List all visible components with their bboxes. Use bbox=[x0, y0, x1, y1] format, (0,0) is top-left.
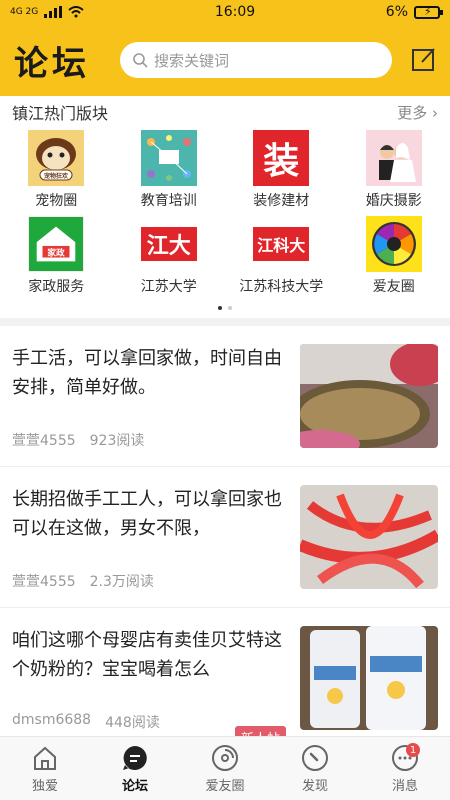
forum-icon bbox=[123, 745, 147, 770]
home-icon bbox=[34, 746, 56, 770]
board-decoration[interactable]: 装 装修建材 bbox=[225, 130, 338, 210]
post-item[interactable]: 长期招做手工工人，可以拿回家也可以在这做，男女不限， 萱萱4555 2.3万阅读 bbox=[0, 467, 450, 608]
housekeeping-tile-text: 家政 bbox=[48, 247, 66, 259]
board-pet[interactable]: 宠物狂欢 宠物圈 bbox=[0, 130, 113, 210]
signal-icon bbox=[44, 6, 63, 18]
page-dot-active bbox=[218, 306, 222, 310]
unread-badge: 1 bbox=[406, 743, 420, 757]
search-placeholder: 搜索关键词 bbox=[154, 51, 230, 70]
board-aiyou[interactable]: 爱友圈 bbox=[338, 216, 450, 296]
board-wedding[interactable]: 婚庆摄影 bbox=[338, 130, 450, 210]
post-thumbnail bbox=[300, 626, 438, 730]
housekeeping-icon: 家政 bbox=[28, 216, 85, 272]
compose-icon[interactable] bbox=[410, 46, 438, 74]
tab-forum[interactable]: 论坛 bbox=[90, 737, 180, 800]
post-author: 萱萱4555 bbox=[12, 433, 76, 449]
section-divider bbox=[0, 318, 450, 326]
app-header: 论坛 搜索关键词 bbox=[0, 24, 450, 96]
clock: 16:09 bbox=[214, 4, 256, 20]
post-list: 手工活，可以拿回家做，时间自由安排，简单好做。 萱萱4555 923阅读 长期招… bbox=[0, 326, 450, 749]
hot-boards-header: 镇江热门版块 更多 › bbox=[0, 98, 450, 126]
board-just[interactable]: 江科大 江苏科技大学 bbox=[225, 216, 338, 296]
tab-label: 发现 bbox=[301, 778, 328, 794]
just-tile-text: 江科大 bbox=[253, 227, 310, 261]
more-label: 更多 bbox=[397, 103, 428, 122]
board-label: 家政服务 bbox=[28, 279, 85, 295]
board-label: 江苏大学 bbox=[140, 279, 197, 295]
tab-messages[interactable]: 消息 1 bbox=[360, 737, 450, 800]
post-title: 咱们这哪个母婴店有卖佳贝艾特这个奶粉的？宝宝喝着怎么 bbox=[12, 630, 282, 680]
post-reads: 448阅读 bbox=[105, 715, 160, 731]
wedding-icon bbox=[365, 130, 422, 186]
battery-status: 6% ⚡ bbox=[385, 4, 443, 20]
post-reads: 923阅读 bbox=[89, 433, 145, 449]
post-reads: 2.3万阅读 bbox=[89, 574, 154, 590]
just-icon: 江科大 bbox=[253, 216, 310, 272]
board-grid: 宠物狂欢 宠物圈 教育培训 装 装修建材 婚庆摄影 家政 家政服务 江大 江苏大… bbox=[0, 126, 450, 296]
decoration-icon: 装 bbox=[253, 130, 310, 186]
network-indicator: 4G 2G bbox=[10, 6, 84, 18]
pet-icon: 宠物狂欢 bbox=[28, 130, 85, 186]
tab-discover[interactable]: 发现 bbox=[270, 737, 360, 800]
board-label: 婚庆摄影 bbox=[365, 193, 422, 209]
post-meta: 萱萱4555 2.3万阅读 bbox=[12, 571, 290, 591]
jiangsu-tile-text: 江大 bbox=[140, 227, 197, 261]
tab-label: 消息 bbox=[391, 778, 418, 794]
post-text: 长期招做手工工人，可以拿回家也可以在这做，男女不限， 萱萱4555 2.3万阅读 bbox=[12, 485, 300, 607]
more-link[interactable]: 更多 › bbox=[397, 102, 438, 123]
chevron-right-icon: › bbox=[432, 103, 438, 122]
wifi-icon bbox=[68, 6, 84, 18]
search-icon bbox=[133, 53, 148, 68]
post-title: 长期招做手工工人，可以拿回家也可以在这做，男女不限， bbox=[12, 489, 282, 539]
board-label: 教育培训 bbox=[140, 193, 197, 209]
jiangsu-university-icon: 江大 bbox=[140, 216, 197, 272]
board-label: 宠物圈 bbox=[35, 193, 78, 209]
board-housekeeping[interactable]: 家政 家政服务 bbox=[0, 216, 113, 296]
disc-icon bbox=[212, 744, 238, 771]
post-meta: 萱萱4555 923阅读 bbox=[12, 430, 290, 450]
compass-icon bbox=[302, 744, 328, 771]
page-indicator bbox=[0, 306, 450, 310]
education-icon bbox=[140, 130, 197, 186]
search-input[interactable]: 搜索关键词 bbox=[120, 42, 392, 78]
pet-tile-text: 宠物狂欢 bbox=[44, 172, 69, 180]
post-title: 手工活，可以拿回家做，时间自由安排，简单好做。 bbox=[12, 348, 282, 398]
post-thumbnail bbox=[300, 344, 438, 448]
post-thumbnail bbox=[300, 485, 438, 589]
tab-label: 独爱 bbox=[31, 778, 58, 794]
post-author: 萱萱4555 bbox=[12, 574, 76, 590]
board-label: 江苏科技大学 bbox=[239, 279, 324, 295]
camera-aperture-icon bbox=[365, 216, 422, 272]
bottom-tab-bar: 独爱 论坛 爱友圈 发现 消息 1 bbox=[0, 736, 450, 800]
post-item[interactable]: 手工活，可以拿回家做，时间自由安排，简单好做。 萱萱4555 923阅读 bbox=[0, 326, 450, 467]
post-author: dmsm6688 bbox=[12, 712, 92, 728]
page-dot bbox=[228, 306, 232, 310]
post-text: 手工活，可以拿回家做，时间自由安排，简单好做。 萱萱4555 923阅读 bbox=[12, 344, 300, 466]
battery-percent: 6% bbox=[385, 4, 408, 20]
battery-icon: ⚡ bbox=[414, 5, 443, 19]
network-type: 4G 2G bbox=[10, 7, 39, 17]
section-title: 镇江热门版块 bbox=[12, 104, 109, 123]
tab-label: 爱友圈 bbox=[205, 778, 245, 794]
status-bar: 4G 2G 16:09 6% ⚡ bbox=[0, 0, 450, 24]
board-label: 装修建材 bbox=[253, 193, 310, 209]
tab-duai[interactable]: 独爱 bbox=[0, 737, 90, 800]
board-label: 爱友圈 bbox=[372, 279, 415, 295]
board-jiangsu-university[interactable]: 江大 江苏大学 bbox=[113, 216, 226, 296]
tab-label: 论坛 bbox=[121, 778, 148, 794]
forum-logo: 论坛 bbox=[14, 43, 90, 84]
post-item[interactable]: 咱们这哪个母婴店有卖佳贝艾特这个奶粉的？宝宝喝着怎么 dmsm6688 448阅… bbox=[0, 608, 450, 749]
tab-aiyou[interactable]: 爱友圈 bbox=[180, 737, 270, 800]
board-education[interactable]: 教育培训 bbox=[113, 130, 226, 210]
